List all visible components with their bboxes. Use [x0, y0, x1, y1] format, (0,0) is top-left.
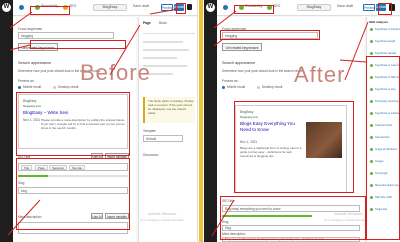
discussion-panel-toggle[interactable]: Discussion — [143, 153, 158, 157]
wordpress-logo-icon[interactable]: W — [206, 3, 215, 12]
seo-check-item: Keyphrase length — [370, 39, 395, 44]
save-draft-link[interactable]: Save draft — [337, 4, 353, 8]
editor-notice: The block editor is loading. Please wait… — [143, 97, 195, 123]
preview-button[interactable]: Preview — [363, 4, 375, 11]
annotation-box-scores — [234, 5, 274, 14]
annotation-box-checklist — [366, 56, 400, 240]
add-block-icon[interactable] — [223, 5, 228, 10]
document-title[interactable]: BlogEasy — [93, 4, 127, 11]
sidebar-row[interactable] — [143, 41, 183, 43]
preview-as-label: Preview as: — [222, 79, 239, 83]
admin-sidebar: W — [0, 0, 13, 242]
template-label: Template — [143, 129, 156, 133]
add-block-icon[interactable] — [19, 5, 24, 10]
seo-check-label: Keyphrase length — [375, 40, 396, 43]
annotation-box-settings — [176, 3, 186, 14]
admin-sidebar: W — [204, 0, 217, 242]
focus-keyphrase-label: Focus keyphrase — [18, 27, 43, 31]
template-value: Default — [146, 137, 157, 141]
document-title[interactable]: BlogEasy — [297, 4, 331, 11]
sidebar-row[interactable] — [143, 49, 189, 51]
seo-label[interactable]: SEO — [69, 4, 76, 8]
settings-gear-icon[interactable] — [187, 4, 192, 10]
annotation-box-fields — [16, 158, 130, 230]
annotation-box-sidebar-icon — [378, 3, 392, 15]
related-keyphrases-button[interactable]: Get related keyphrases — [222, 43, 262, 51]
search-appearance-help: Determine how your post should look in t… — [222, 69, 305, 73]
seo-check-label: Keyphrase density — [375, 52, 397, 55]
status-dot-icon — [370, 27, 373, 31]
before-screenshot: W Readability SEO BlogEasy Save draft Pr… — [0, 0, 198, 242]
annotation-box-keyphrase — [220, 30, 320, 40]
annotation-box-keyphrase — [30, 40, 126, 49]
sidebar-divider — [143, 33, 195, 34]
template-select[interactable]: Default — [143, 135, 183, 142]
seo-check-label: Keyphrase in introduction — [375, 28, 400, 31]
mobile-result-radio[interactable]: Mobile result — [18, 85, 41, 89]
after-screenshot: W Readability SEO BlogEasy Save draft Pr… — [204, 0, 400, 242]
search-appearance-heading: Search appearance — [18, 61, 52, 65]
status-dot-icon — [370, 39, 373, 43]
tab-page[interactable]: Page — [143, 21, 151, 25]
tab-block[interactable]: Block — [159, 21, 167, 25]
search-appearance-heading: Search appearance — [222, 61, 256, 65]
status-dot-icon — [370, 51, 373, 55]
seo-label[interactable]: SEO — [273, 4, 280, 8]
focus-keyphrase-input[interactable]: blogging — [18, 32, 114, 39]
focus-keyphrase-value: blogging — [21, 34, 34, 38]
annotation-box-snippet — [234, 101, 354, 193]
annotation-box-fields — [220, 196, 366, 240]
activate-windows-watermark: Activate Windows — [148, 212, 177, 216]
save-draft-link[interactable]: Save draft — [133, 4, 149, 8]
desktop-result-radio[interactable]: Desktop result — [53, 85, 78, 89]
notice-text: The block editor is loading. Please wait… — [148, 99, 194, 115]
before-label: Before — [80, 60, 151, 85]
preview-as-label: Preview as: — [18, 79, 35, 83]
annotation-box-scores — [30, 6, 70, 15]
sidebar-row[interactable] — [143, 57, 177, 59]
seo-check-item: Keyphrase in introduction — [370, 27, 400, 32]
desktop-result-radio[interactable]: Desktop result — [257, 85, 282, 89]
settings-sidebar: Page Block The block editor is loading. … — [138, 17, 197, 242]
seo-analysis-heading: SEO analysis — [369, 20, 389, 24]
activate-windows-sub: Go to Settings to activate Windows. — [140, 218, 185, 222]
panel-divider — [199, 0, 203, 242]
mobile-result-radio[interactable]: Mobile result — [222, 85, 245, 89]
wordpress-logo-icon[interactable]: W — [2, 3, 11, 12]
annotation-box-snippet — [16, 92, 130, 156]
preview-button[interactable]: Preview — [161, 4, 173, 11]
after-label: After — [294, 62, 346, 87]
